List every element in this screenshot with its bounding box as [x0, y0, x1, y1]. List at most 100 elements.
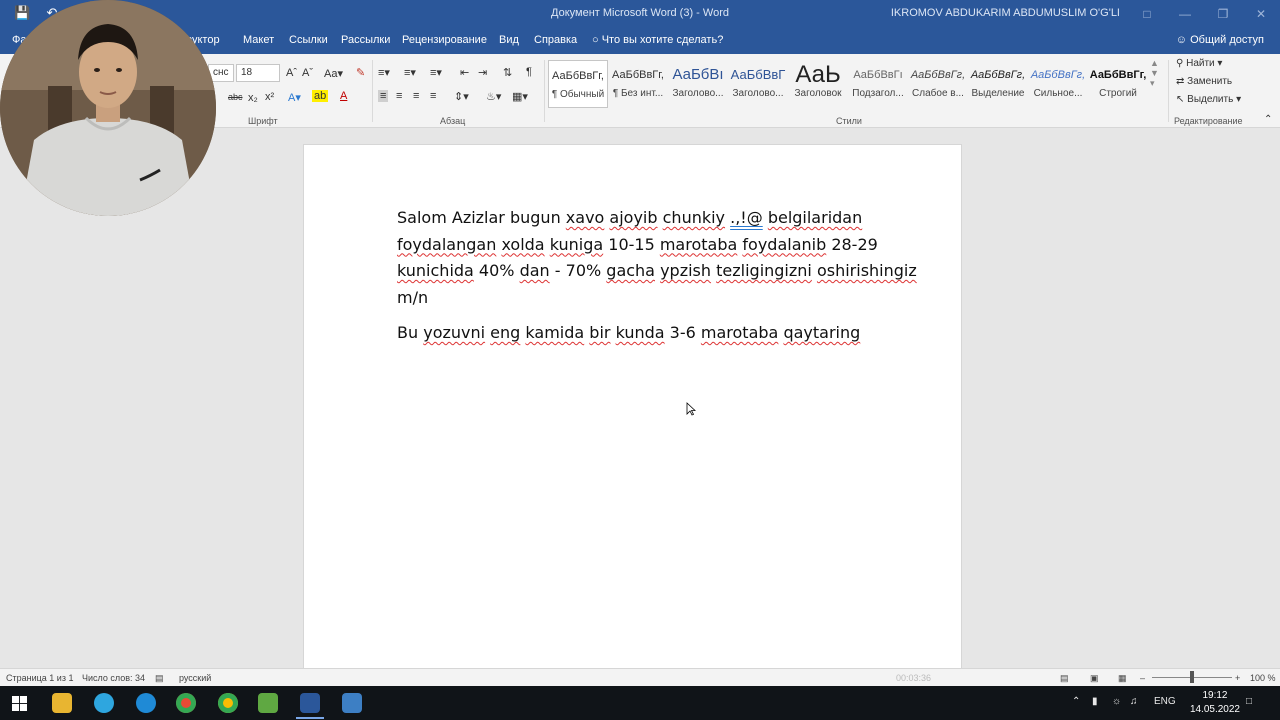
paragraph-1[interactable]: Salom Azizlar bugun xavo ajoyib chunkiy … [397, 205, 917, 311]
clock-time: 19:12 [1202, 690, 1228, 701]
zoom-slider-thumb[interactable] [1190, 671, 1194, 683]
tab-references[interactable]: Ссылки [289, 34, 328, 46]
read-mode-icon[interactable]: ▤ [1060, 673, 1069, 684]
misspelled-word: marotaba [659, 234, 738, 254]
chrome-icon[interactable] [176, 693, 196, 713]
web-layout-icon[interactable]: ▦ [1118, 673, 1127, 684]
print-layout-icon[interactable]: ▣ [1090, 673, 1099, 684]
chrome-profile-icon[interactable] [218, 693, 238, 713]
tab-mailings[interactable]: Рассылки [341, 34, 390, 46]
misspelled-word: kuniga [549, 234, 604, 254]
style-name: Заголово... [672, 88, 724, 99]
proofing-icon[interactable]: ▤ [155, 673, 164, 684]
style-preview: АаБбВвГг, [552, 70, 604, 82]
style-gallery-item[interactable]: АаБбВвГ Заголово... [728, 60, 788, 108]
style-preview: АаБбВı [672, 66, 724, 83]
screen-recorder-icon[interactable] [342, 693, 362, 713]
react-app-icon[interactable] [136, 693, 156, 713]
android-studio-icon[interactable] [258, 693, 278, 713]
numbering-icon[interactable]: ≡▾ [404, 66, 416, 79]
tell-me-search[interactable]: ○ Что вы хотите сделать? [592, 34, 723, 46]
style-gallery-item[interactable]: АаБбВвГг, Сильное... [1028, 60, 1088, 108]
strikethrough-icon[interactable]: abc [228, 92, 243, 102]
zoom-level[interactable]: 100 % [1250, 673, 1276, 683]
increase-indent-icon[interactable]: ⇥ [478, 66, 487, 79]
telegram-icon[interactable] [94, 693, 114, 713]
grow-font-icon[interactable]: Aˆ [286, 67, 297, 79]
multilevel-list-icon[interactable]: ≡▾ [430, 66, 442, 79]
paragraph-2[interactable]: Bu yozuvni eng kamida bir kunda 3-6 maro… [397, 320, 917, 347]
tray-chevron-icon[interactable]: ⌃ [1072, 696, 1080, 707]
word-taskbar-icon[interactable] [300, 693, 320, 713]
volume-icon[interactable]: ♫ [1130, 696, 1138, 707]
close-button[interactable]: ✕ [1242, 0, 1280, 28]
borders-icon[interactable]: ▦▾ [512, 90, 528, 103]
decrease-indent-icon[interactable]: ⇤ [460, 66, 469, 79]
style-gallery-item[interactable]: АаБбВвГг, Слабое в... [908, 60, 968, 108]
replace-button[interactable]: ⇄ Заменить [1176, 76, 1232, 87]
pilcrow-icon[interactable]: ¶ [526, 66, 532, 78]
select-button[interactable]: ↖ Выделить ▾ [1176, 94, 1241, 105]
system-clock[interactable]: 19:12 14.05.2022 [1190, 689, 1240, 717]
file-explorer-icon[interactable] [52, 693, 72, 713]
zoom-out-icon[interactable]: – [1140, 673, 1145, 683]
maximize-button[interactable]: ❐ [1204, 0, 1242, 28]
misspelled-word: kunda [615, 323, 665, 342]
style-preview: АаБбВвГг, [970, 69, 1026, 81]
change-case-icon[interactable]: Aa▾ [324, 67, 343, 80]
notifications-icon[interactable]: □ [1246, 696, 1252, 707]
bullets-icon[interactable]: ≡▾ [378, 66, 390, 79]
page-count[interactable]: Страница 1 из 1 [6, 673, 73, 683]
font-color-icon[interactable]: A [340, 90, 347, 102]
share-button[interactable]: ☺ Общий доступ [1176, 34, 1264, 46]
wifi-icon[interactable]: ☼ [1112, 696, 1121, 707]
minimize-button[interactable]: — [1166, 0, 1204, 28]
select-icon: ↖ [1176, 94, 1185, 105]
input-language[interactable]: ENG [1154, 696, 1176, 707]
style-gallery-item[interactable]: АаБбВвГı Подзагол... [848, 60, 908, 108]
collapse-ribbon-icon[interactable]: ⌃ [1264, 114, 1272, 125]
style-gallery-item[interactable]: АаБбВı Заголово... [668, 60, 728, 108]
clear-format-icon[interactable]: ✎ [356, 66, 365, 79]
account-name[interactable]: IKROMOV ABDUKARIM ABDUMUSLIM O'G'LI [891, 7, 1120, 19]
style-preview: АаБбВвГг, [910, 69, 966, 81]
align-right-icon[interactable]: ≡ [413, 90, 419, 102]
share-label: Общий доступ [1190, 34, 1264, 46]
subscript-icon[interactable]: x₂ [248, 92, 258, 104]
windows-start-icon[interactable] [12, 696, 27, 711]
style-gallery-item[interactable]: АаБбВвГг, ¶ Без инт... [608, 60, 668, 108]
style-gallery-item[interactable]: АаБбВвГг, Выделение [968, 60, 1028, 108]
document-body[interactable]: Salom Azizlar bugun xavo ajoyib chunkiy … [397, 205, 917, 347]
word-count[interactable]: Число слов: 34 [82, 673, 145, 683]
style-gallery-item[interactable]: АаБбВвГг, ¶ Обычный [548, 60, 608, 108]
tab-help[interactable]: Справка [534, 34, 577, 46]
zoom-in-icon[interactable]: + [1235, 673, 1240, 683]
tab-layout[interactable]: Макет [243, 34, 274, 46]
misspelled-word: ajoyib [609, 208, 658, 227]
align-left-icon[interactable]: ≡ [378, 90, 389, 102]
text-effects-icon[interactable]: A▾ [288, 91, 301, 104]
tab-review[interactable]: Рецензирование [402, 34, 487, 46]
justify-icon[interactable]: ≡ [430, 90, 436, 102]
divider [372, 60, 373, 122]
style-preview: АаЬ [795, 61, 841, 88]
tab-view[interactable]: Вид [499, 34, 519, 46]
shrink-font-icon[interactable]: Aˇ [302, 67, 313, 79]
ribbon-display-icon[interactable]: □ [1128, 0, 1166, 28]
gallery-scroll-icon[interactable]: ▲ ▼ ▾ [1150, 58, 1159, 89]
style-gallery-item[interactable]: АаЬ Заголовок [788, 60, 848, 108]
style-gallery-item[interactable]: АаБбВвГг, Строгий [1088, 60, 1148, 108]
search-icon: ⚲ [1176, 58, 1184, 69]
find-button[interactable]: ⚲ Найти ▾ [1176, 58, 1222, 69]
document-page[interactable]: Salom Azizlar bugun xavo ajoyib chunkiy … [303, 144, 962, 674]
sort-icon[interactable]: ⇅ [503, 66, 512, 79]
line-spacing-icon[interactable]: ⇕▾ [454, 90, 469, 103]
highlight-icon[interactable]: ab [312, 90, 329, 102]
font-size-box[interactable]: 18 [236, 64, 280, 82]
language-indicator[interactable]: русский [179, 673, 211, 683]
misspelled-word: tezligingizni [716, 261, 812, 280]
align-center-icon[interactable]: ≡ [396, 90, 402, 102]
battery-icon[interactable]: ▮ [1092, 696, 1098, 707]
superscript-icon[interactable]: x² [265, 91, 274, 103]
shading-icon[interactable]: ♨▾ [486, 90, 501, 103]
